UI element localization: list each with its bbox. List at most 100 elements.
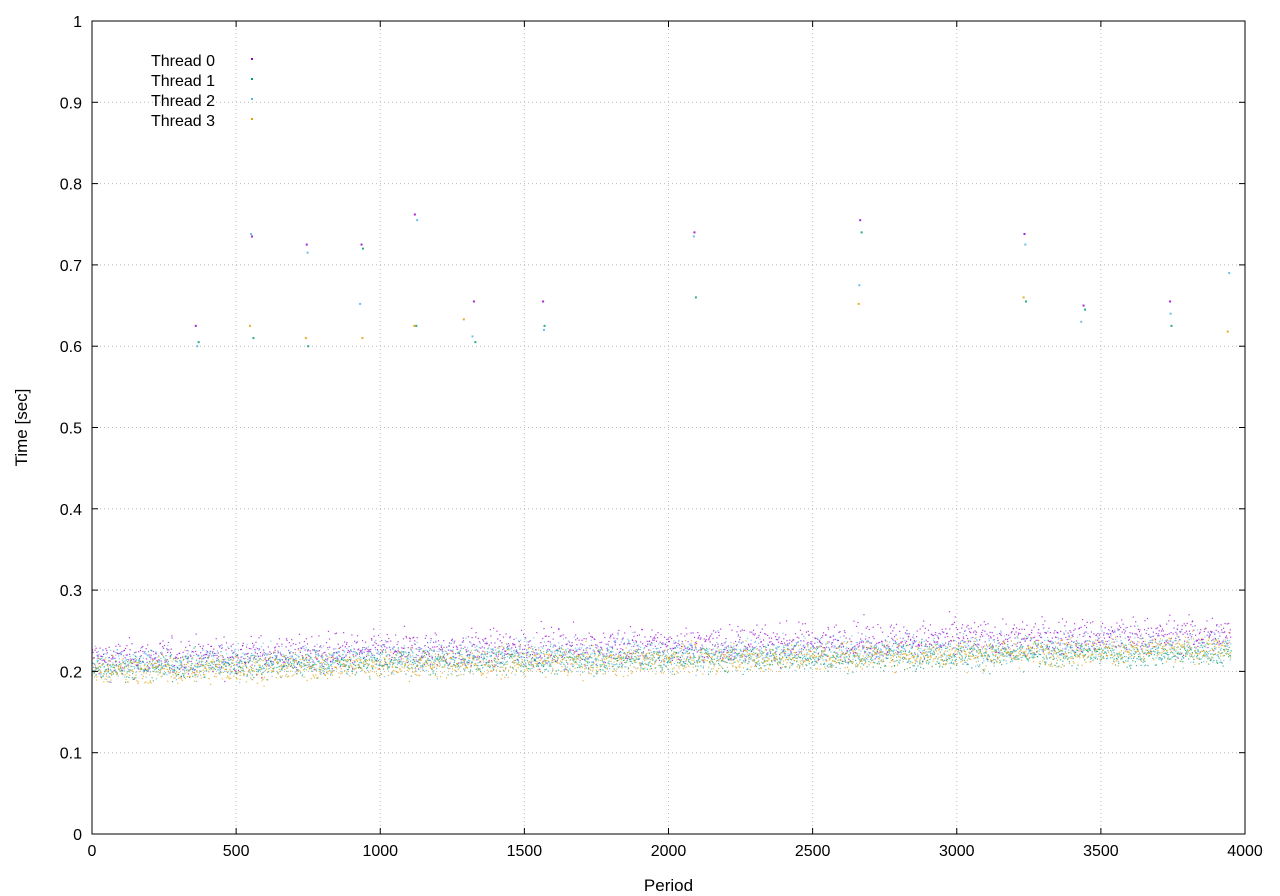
data-point [1120,626,1122,629]
data-point [641,661,644,663]
data-point [952,623,954,625]
data-point [1097,641,1100,643]
data-point [260,666,262,668]
data-point [605,665,607,667]
data-point [939,651,941,653]
data-point [464,669,466,671]
data-point [407,654,410,656]
data-point [212,663,214,666]
data-point [431,663,433,665]
data-point [898,651,900,653]
data-point [580,665,582,667]
data-point [842,646,844,648]
data-point [631,662,633,664]
data-point [539,656,541,658]
data-point [618,653,620,655]
data-point [507,645,509,648]
data-point [886,645,888,647]
data-point [836,656,838,658]
data-point [1077,647,1079,649]
data-point [1055,636,1057,639]
data-point [660,633,662,636]
data-point [569,668,571,670]
data-point [949,645,951,648]
data-point [454,657,456,659]
data-point [1219,635,1221,637]
data-point [544,669,546,671]
data-point [543,641,546,643]
data-point [1038,628,1040,631]
data-point [585,667,587,669]
data-point [1184,640,1186,642]
data-point [1221,662,1223,664]
data-point [596,658,598,660]
data-point [363,646,365,649]
data-point [642,668,644,670]
data-point [929,624,932,626]
data-point [1016,645,1018,647]
data-point [104,671,106,673]
data-point [1112,638,1114,640]
data-point [375,642,377,645]
data-point [202,649,204,651]
data-point [268,665,270,667]
data-point [344,651,346,653]
data-point [219,645,221,647]
data-point [164,658,166,660]
data-point [570,645,572,647]
data-point [158,668,160,671]
data-point [815,657,817,659]
data-point [486,642,488,645]
data-point [482,640,485,642]
data-point [209,664,212,666]
data-point [115,661,118,663]
data-point [939,633,942,635]
data-point [631,657,633,659]
data-point [901,641,903,643]
data-point [234,669,236,671]
data-point [623,643,625,645]
data-point [882,670,885,672]
data-point [1218,644,1220,646]
data-point [1196,640,1199,642]
data-point [1139,659,1142,661]
data-point [142,645,144,648]
data-point [469,651,471,654]
data-point [948,641,950,643]
data-point [893,636,896,638]
data-point [938,662,940,664]
data-point [755,637,758,639]
data-point [888,646,890,648]
data-point [595,672,597,674]
data-point [275,655,277,657]
data-point [550,650,552,652]
data-point [133,665,135,668]
data-point [1152,631,1154,633]
data-point [561,644,563,647]
data-point [202,672,205,674]
data-point [877,623,879,626]
data-point [611,663,613,665]
data-point [135,671,137,673]
data-point [587,658,589,660]
data-point [833,626,835,628]
data-point [374,657,376,659]
data-point [1116,622,1118,624]
data-point [678,644,681,646]
data-point [652,639,654,641]
data-point [610,652,612,654]
data-point [151,650,153,652]
data-point [309,650,311,652]
data-point [1134,661,1137,663]
data-point [921,645,923,647]
data-point [206,650,209,653]
data-point [795,644,797,646]
data-point [620,656,622,658]
outlier-point [694,296,697,299]
data-point [388,637,390,640]
data-point [254,658,256,660]
data-point [607,644,610,646]
data-point [1010,661,1012,663]
data-point [1060,659,1062,661]
data-point [95,674,97,676]
